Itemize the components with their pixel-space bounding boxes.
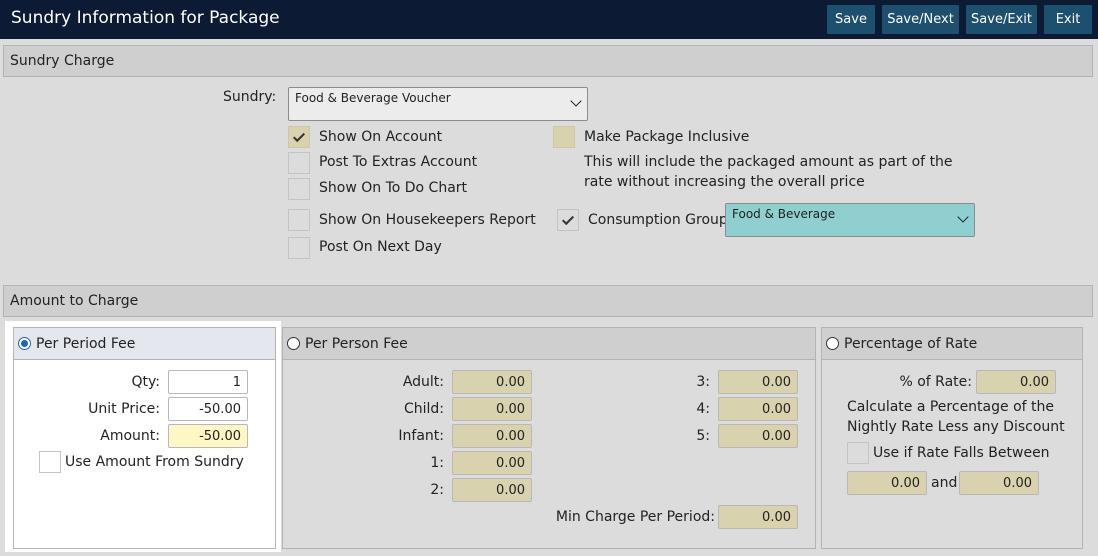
per-person-title: Per Person Fee	[305, 335, 408, 352]
and-label: and	[931, 475, 958, 491]
person-4-label: 4:	[696, 401, 710, 417]
make-package-inclusive-checkbox[interactable]	[553, 126, 575, 148]
min-charge-label: Min Charge Per Period:	[555, 509, 715, 525]
person-2-input[interactable]: 0.00	[452, 478, 532, 502]
infant-input[interactable]: 0.00	[452, 424, 532, 448]
person-5-input[interactable]: 0.00	[718, 424, 798, 448]
percentage-title: Percentage of Rate	[844, 335, 978, 352]
percentage-panel: Percentage of Rate	[821, 327, 1083, 549]
chevron-down-icon	[957, 211, 969, 223]
percentage-radio[interactable]	[826, 337, 839, 350]
unit-price-input[interactable]: -50.00	[168, 397, 248, 421]
person-3-label: 3:	[696, 374, 710, 390]
pct-note-line2: Nightly Rate Less any Discount	[847, 419, 1065, 435]
post-on-next-day-label: Post On Next Day	[319, 239, 442, 255]
percentage-header[interactable]: Percentage of Rate	[822, 328, 1082, 360]
use-if-rate-between-checkbox[interactable]	[847, 442, 869, 464]
show-on-todo-label: Show On To Do Chart	[319, 180, 468, 196]
inclusive-note-line1: This will include the packaged amount as…	[584, 154, 953, 170]
per-person-header[interactable]: Per Person Fee	[283, 328, 815, 360]
use-amount-from-sundry-checkbox[interactable]	[39, 451, 61, 473]
consumption-group-select[interactable]: Food & Beverage	[725, 203, 975, 237]
exit-button[interactable]: Exit	[1043, 4, 1093, 35]
sundry-label: Sundry:	[223, 89, 277, 105]
pct-of-rate-label: % of Rate:	[899, 374, 972, 390]
adult-input[interactable]: 0.00	[452, 370, 532, 394]
infant-label: Infant:	[398, 428, 444, 444]
unit-price-label: Unit Price:	[88, 401, 160, 417]
child-label: Child:	[403, 401, 444, 417]
sundry-select-value: Food & Beverage Voucher	[295, 91, 451, 105]
pct-of-rate-input[interactable]: 0.00	[976, 370, 1056, 394]
post-to-extras-label: Post To Extras Account	[319, 154, 478, 170]
sundry-charge-header: Sundry Charge	[3, 45, 1093, 77]
chevron-down-icon	[570, 95, 582, 107]
child-input[interactable]: 0.00	[452, 397, 532, 421]
save-button[interactable]: Save	[826, 4, 876, 35]
inclusive-note-line2: rate without increasing the overall pric…	[584, 174, 865, 190]
show-on-account-label: Show On Account	[319, 129, 443, 145]
amount-input[interactable]: -50.00	[168, 424, 248, 448]
show-on-housekeepers-checkbox[interactable]	[288, 209, 310, 231]
per-period-title: Per Period Fee	[36, 335, 136, 352]
qty-label: Qty:	[131, 374, 161, 390]
post-on-next-day-checkbox[interactable]	[288, 237, 310, 259]
per-period-radio[interactable]	[18, 337, 31, 350]
save-next-button[interactable]: Save/Next	[881, 4, 960, 35]
consumption-group-checkbox[interactable]	[557, 209, 579, 231]
post-to-extras-checkbox[interactable]	[288, 152, 310, 174]
show-on-housekeepers-label: Show On Housekeepers Report	[319, 212, 536, 228]
sundry-select[interactable]: Food & Beverage Voucher	[288, 87, 588, 121]
show-on-todo-checkbox[interactable]	[288, 178, 310, 200]
amount-to-charge-header: Amount to Charge	[3, 285, 1093, 317]
rate-from-input[interactable]: 0.00	[847, 471, 927, 495]
per-person-radio[interactable]	[287, 337, 300, 350]
pct-note-line1: Calculate a Percentage of the	[847, 399, 1054, 415]
consumption-group-value: Food & Beverage	[732, 207, 836, 221]
per-period-header[interactable]: Per Period Fee	[14, 328, 275, 360]
rate-to-input[interactable]: 0.00	[959, 471, 1039, 495]
person-5-label: 5:	[696, 428, 710, 444]
make-package-inclusive-label: Make Package Inclusive	[584, 129, 750, 145]
page-title: Sundry Information for Package	[11, 8, 280, 28]
min-charge-input[interactable]: 0.00	[718, 505, 798, 529]
adult-label: Adult:	[402, 374, 444, 390]
amount-label: Amount:	[100, 428, 160, 444]
consumption-group-label: Consumption Group	[588, 212, 728, 228]
use-if-rate-between-label: Use if Rate Falls Between	[873, 445, 1050, 461]
person-2-label: 2:	[430, 482, 444, 498]
save-exit-button[interactable]: Save/Exit	[965, 4, 1038, 35]
qty-input[interactable]: 1	[168, 370, 248, 394]
person-1-label: 1:	[430, 455, 444, 471]
person-4-input[interactable]: 0.00	[718, 397, 798, 421]
person-3-input[interactable]: 0.00	[718, 370, 798, 394]
use-amount-from-sundry-label: Use Amount From Sundry	[65, 454, 244, 470]
show-on-account-checkbox[interactable]	[288, 126, 310, 148]
person-1-input[interactable]: 0.00	[452, 451, 532, 475]
